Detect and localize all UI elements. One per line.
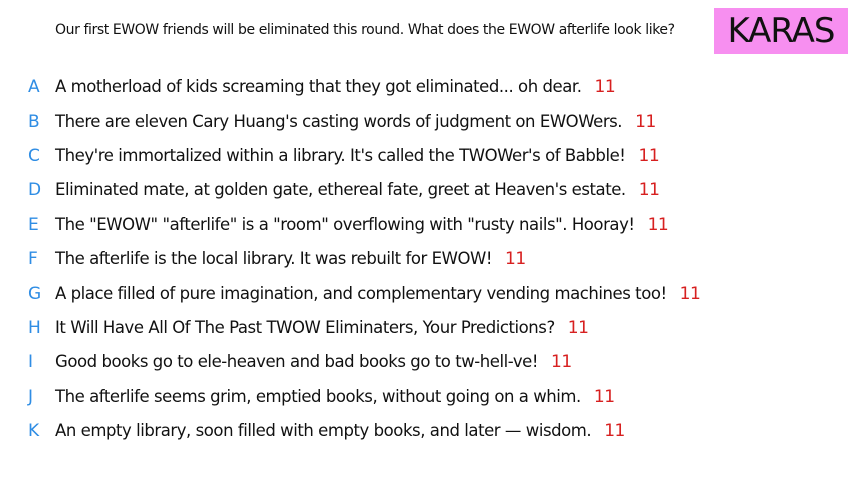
response-score: 11 (505, 249, 526, 270)
response-text: A motherload of kids screaming that they… (55, 77, 616, 98)
response-score: 11 (638, 180, 660, 201)
response-letter: B (28, 111, 40, 132)
response-letter: K (28, 421, 40, 442)
response-score: 11 (594, 77, 616, 98)
response-row-h: H It Will Have All Of The Past TWOW Elim… (0, 311, 853, 345)
response-letter: J (28, 386, 34, 407)
response-text: An empty library, soon filled with empty… (55, 421, 625, 442)
response-score: 11 (551, 352, 572, 373)
response-letter: A (28, 77, 40, 98)
response-text: The afterlife seems grim, emptied books,… (55, 386, 615, 407)
response-text: The "EWOW" "afterlife" is a "room" overf… (55, 214, 669, 235)
response-row-k: K An empty library, soon filled with emp… (0, 414, 853, 448)
player-name-badge: KARAS (714, 8, 848, 54)
response-score: 11 (593, 386, 615, 407)
response-score: 11 (638, 145, 660, 166)
response-row-e: E The "EWOW" "afterlife" is a "room" ove… (0, 208, 853, 242)
response-text: The afterlife is the local library. It w… (55, 249, 526, 270)
response-row-i: I Good books go to ele-heaven and bad bo… (0, 345, 853, 379)
response-score: 11 (647, 214, 669, 235)
response-score: 11 (604, 421, 625, 442)
response-row-f: F The afterlife is the local library. It… (0, 242, 853, 276)
response-text: A place filled of pure imagination, and … (55, 283, 701, 304)
response-row-c: C They're immortalized within a library.… (0, 139, 853, 173)
response-row-j: J The afterlife seems grim, emptied book… (0, 380, 853, 414)
response-letter: G (28, 283, 42, 304)
response-letter: D (28, 180, 42, 201)
response-text: Good books go to ele-heaven and bad book… (55, 352, 572, 373)
response-text: It Will Have All Of The Past TWOW Elimin… (55, 317, 589, 338)
response-score: 11 (567, 317, 589, 338)
response-letter: E (28, 214, 39, 235)
response-row-g: G A place filled of pure imagination, an… (0, 276, 853, 310)
response-list: A A motherload of kids screaming that th… (0, 70, 853, 448)
response-text: They're immortalized within a library. I… (55, 145, 660, 166)
response-row-b: B There are eleven Cary Huang's casting … (0, 104, 853, 138)
response-letter: I (28, 352, 34, 373)
response-text: There are eleven Cary Huang's casting wo… (55, 111, 656, 132)
response-score: 11 (635, 111, 656, 132)
response-row-d: D Eliminated mate, at golden gate, ether… (0, 173, 853, 207)
prompt-text: Our first EWOW friends will be eliminate… (55, 22, 675, 38)
response-letter: H (28, 317, 41, 338)
response-text: Eliminated mate, at golden gate, etherea… (55, 180, 660, 201)
response-score: 11 (679, 283, 701, 304)
response-letter: F (28, 249, 38, 270)
response-letter: C (28, 145, 40, 166)
response-row-a: A A motherload of kids screaming that th… (0, 70, 853, 104)
